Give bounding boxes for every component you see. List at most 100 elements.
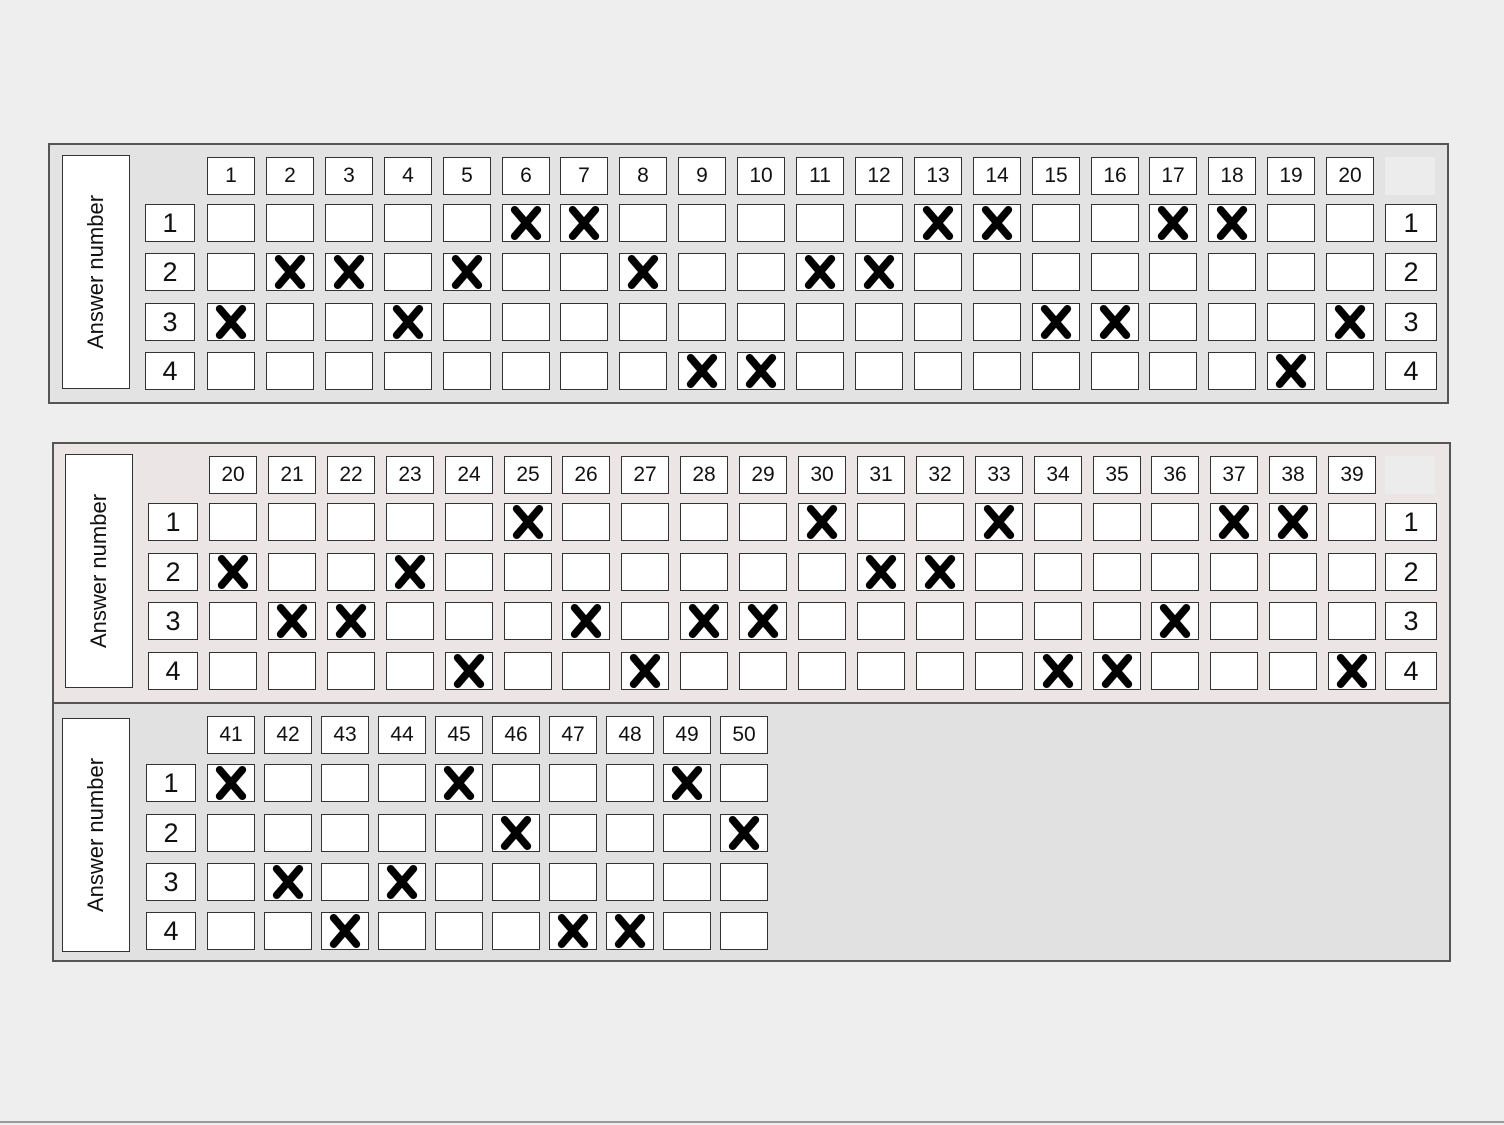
answer-checkbox[interactable] [914, 253, 962, 291]
answer-checkbox[interactable] [1149, 303, 1197, 341]
answer-checkbox[interactable] [327, 652, 375, 690]
answer-checkbox[interactable] [325, 303, 373, 341]
answer-checkbox[interactable] [321, 814, 369, 852]
answer-checkbox-marked[interactable] [321, 912, 369, 950]
answer-checkbox[interactable] [443, 352, 491, 390]
answer-checkbox[interactable] [1208, 303, 1256, 341]
answer-checkbox[interactable] [378, 814, 426, 852]
answer-checkbox[interactable] [209, 602, 257, 640]
answer-checkbox-marked[interactable] [855, 253, 903, 291]
answer-checkbox[interactable] [264, 912, 312, 950]
answer-checkbox[interactable] [720, 764, 768, 802]
answer-checkbox-marked[interactable] [443, 253, 491, 291]
answer-checkbox[interactable] [435, 863, 483, 901]
answer-checkbox[interactable] [549, 863, 597, 901]
answer-checkbox-marked[interactable] [378, 863, 426, 901]
answer-checkbox-marked[interactable] [663, 764, 711, 802]
answer-checkbox[interactable] [562, 503, 610, 541]
answer-checkbox-marked[interactable] [680, 602, 728, 640]
answer-checkbox[interactable] [386, 503, 434, 541]
answer-checkbox[interactable] [1151, 553, 1199, 591]
answer-checkbox[interactable] [560, 303, 608, 341]
answer-checkbox[interactable] [1032, 253, 1080, 291]
answer-checkbox-marked[interactable] [798, 503, 846, 541]
answer-checkbox-marked[interactable] [737, 352, 785, 390]
answer-checkbox[interactable] [268, 652, 316, 690]
answer-checkbox[interactable] [796, 303, 844, 341]
answer-checkbox[interactable] [1091, 204, 1139, 242]
answer-checkbox-marked[interactable] [678, 352, 726, 390]
answer-checkbox[interactable] [445, 503, 493, 541]
answer-checkbox[interactable] [606, 863, 654, 901]
answer-checkbox[interactable] [207, 352, 255, 390]
answer-checkbox-marked[interactable] [1328, 652, 1376, 690]
answer-checkbox-marked[interactable] [606, 912, 654, 950]
answer-checkbox[interactable] [445, 602, 493, 640]
answer-checkbox-marked[interactable] [739, 602, 787, 640]
answer-checkbox[interactable] [264, 814, 312, 852]
answer-checkbox[interactable] [504, 602, 552, 640]
answer-checkbox[interactable] [975, 652, 1023, 690]
answer-checkbox[interactable] [1151, 652, 1199, 690]
answer-checkbox-marked[interactable] [1326, 303, 1374, 341]
answer-checkbox[interactable] [266, 204, 314, 242]
answer-checkbox[interactable] [504, 553, 552, 591]
answer-checkbox-marked[interactable] [266, 253, 314, 291]
answer-checkbox[interactable] [1326, 204, 1374, 242]
answer-checkbox[interactable] [855, 204, 903, 242]
answer-checkbox[interactable] [492, 912, 540, 950]
answer-checkbox[interactable] [855, 352, 903, 390]
answer-checkbox[interactable] [502, 253, 550, 291]
answer-checkbox[interactable] [621, 553, 669, 591]
answer-checkbox[interactable] [1151, 503, 1199, 541]
answer-checkbox[interactable] [1210, 602, 1258, 640]
answer-checkbox-marked[interactable] [268, 602, 316, 640]
answer-checkbox[interactable] [678, 253, 726, 291]
answer-checkbox[interactable] [680, 652, 728, 690]
answer-checkbox-marked[interactable] [975, 503, 1023, 541]
answer-checkbox[interactable] [796, 204, 844, 242]
answer-checkbox[interactable] [798, 652, 846, 690]
answer-checkbox[interactable] [384, 204, 432, 242]
answer-checkbox[interactable] [916, 503, 964, 541]
answer-checkbox-marked[interactable] [549, 912, 597, 950]
answer-checkbox[interactable] [1032, 352, 1080, 390]
answer-checkbox[interactable] [1328, 602, 1376, 640]
answer-checkbox[interactable] [321, 863, 369, 901]
answer-checkbox[interactable] [378, 912, 426, 950]
answer-checkbox[interactable] [435, 814, 483, 852]
answer-checkbox[interactable] [1149, 253, 1197, 291]
answer-checkbox[interactable] [443, 303, 491, 341]
answer-checkbox-marked[interactable] [1034, 652, 1082, 690]
answer-checkbox[interactable] [325, 204, 373, 242]
answer-checkbox[interactable] [1269, 652, 1317, 690]
answer-checkbox-marked[interactable] [1093, 652, 1141, 690]
answer-checkbox[interactable] [796, 352, 844, 390]
answer-checkbox-marked[interactable] [720, 814, 768, 852]
answer-checkbox[interactable] [492, 863, 540, 901]
answer-checkbox[interactable] [207, 253, 255, 291]
answer-checkbox[interactable] [857, 503, 905, 541]
answer-checkbox[interactable] [975, 602, 1023, 640]
answer-checkbox[interactable] [1091, 352, 1139, 390]
answer-checkbox[interactable] [1149, 352, 1197, 390]
answer-checkbox[interactable] [1093, 553, 1141, 591]
answer-checkbox[interactable] [857, 602, 905, 640]
answer-checkbox-marked[interactable] [502, 204, 550, 242]
answer-checkbox[interactable] [327, 553, 375, 591]
answer-checkbox-marked[interactable] [504, 503, 552, 541]
answer-checkbox-marked[interactable] [327, 602, 375, 640]
answer-checkbox[interactable] [384, 253, 432, 291]
answer-checkbox-marked[interactable] [207, 303, 255, 341]
answer-checkbox-marked[interactable] [796, 253, 844, 291]
answer-checkbox[interactable] [1032, 204, 1080, 242]
answer-checkbox[interactable] [1267, 303, 1315, 341]
answer-checkbox[interactable] [621, 503, 669, 541]
answer-checkbox[interactable] [619, 303, 667, 341]
answer-checkbox[interactable] [680, 553, 728, 591]
answer-checkbox[interactable] [720, 863, 768, 901]
answer-checkbox-marked[interactable] [619, 253, 667, 291]
answer-checkbox-marked[interactable] [916, 553, 964, 591]
answer-checkbox-marked[interactable] [1267, 352, 1315, 390]
answer-checkbox[interactable] [916, 652, 964, 690]
